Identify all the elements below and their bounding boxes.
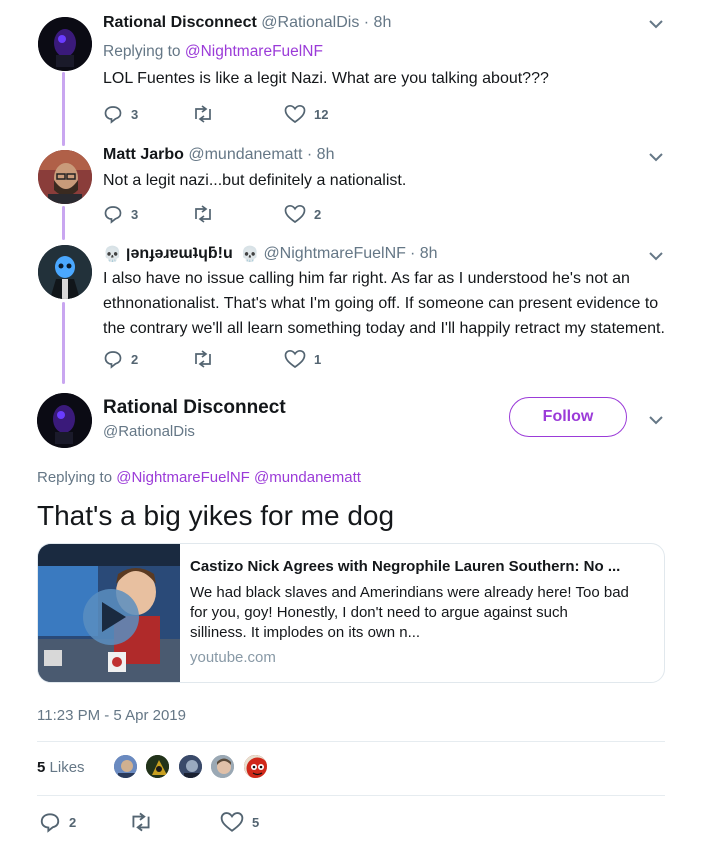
main-tweet-text: That's a big yikes for me dog	[37, 500, 395, 531]
tweet-text: LOL Fuentes is like a legit Nazi. What a…	[103, 70, 549, 87]
retweet-button[interactable]	[191, 104, 223, 124]
likes-count: 5	[37, 759, 46, 776]
reply-button[interactable]: 3	[103, 204, 138, 224]
thread-line	[62, 302, 65, 384]
reply-icon	[104, 106, 122, 124]
link-card[interactable]: Castizo Nick Agrees with Negrophile Laur…	[37, 543, 665, 683]
like-count: 5	[252, 814, 260, 830]
thread-line	[62, 72, 65, 146]
retweet-icon	[132, 812, 150, 832]
liker-avatar[interactable]	[177, 753, 204, 780]
card-title[interactable]: Castizo Nick Agrees with Negrophile Laur…	[190, 558, 656, 575]
chevron-down-icon[interactable]	[648, 414, 664, 426]
like-button[interactable]: 5	[220, 811, 259, 833]
card-description-line: We had black slaves and Amerindians were…	[190, 584, 629, 601]
author-name[interactable]: Rational Disconnect	[103, 397, 286, 419]
tweet-text: I also have no issue calling him far rig…	[103, 266, 683, 341]
tweet-time[interactable]: · 8h	[364, 14, 392, 31]
tweet-text: Not a legit nazi...but definitely a nati…	[103, 172, 407, 189]
skull-icon: 💀	[103, 246, 122, 263]
like-count: 12	[314, 106, 329, 122]
tweet-timestamp[interactable]: 11:23 PM - 5 Apr 2019	[37, 707, 186, 724]
likes-summary[interactable]: 5 Likes	[37, 759, 85, 776]
heart-icon	[284, 349, 306, 369]
divider	[37, 795, 665, 796]
like-button[interactable]: 1	[284, 349, 321, 369]
reply-button[interactable]: 2	[103, 349, 138, 369]
retweet-icon	[195, 105, 211, 123]
author-name[interactable]: ןǝnɟǝɹɐɯʇɥƃ!u	[126, 245, 233, 263]
divider	[37, 741, 665, 742]
likes-label: Likes	[49, 759, 85, 776]
liker-avatar[interactable]	[209, 753, 236, 780]
reply-count: 2	[131, 351, 139, 367]
tweet-text-line: ethnonationalist. That's what I'm going …	[103, 295, 659, 312]
tweet-time[interactable]: · 8h	[307, 146, 335, 163]
author-name[interactable]: Matt Jarbo	[103, 146, 184, 163]
like-button[interactable]: 12	[284, 104, 328, 124]
replying-to-label: Replying to	[37, 469, 113, 486]
retweet-icon	[195, 205, 211, 223]
chevron-down-icon[interactable]	[648, 250, 664, 262]
follow-button[interactable]: Follow	[509, 397, 627, 437]
avatar[interactable]	[37, 393, 92, 448]
chevron-down-icon[interactable]	[648, 151, 664, 163]
card-description-line: silliness. It implodes on its own n...	[190, 624, 421, 641]
retweet-icon	[195, 350, 211, 368]
card-domain: youtube.com	[190, 649, 276, 666]
reply-icon	[104, 351, 122, 369]
avatar[interactable]	[38, 150, 92, 204]
chevron-down-icon[interactable]	[648, 18, 664, 30]
replying-to-label: Replying to	[103, 43, 181, 60]
replying-to-link[interactable]: @NightmareFuelNF	[116, 469, 250, 486]
avatar[interactable]	[38, 245, 92, 299]
video-thumbnail[interactable]	[38, 544, 180, 682]
author-handle[interactable]: @NightmareFuelNF	[263, 245, 406, 263]
retweet-button[interactable]	[191, 349, 223, 369]
liker-avatar[interactable]	[112, 753, 139, 780]
tweet-text-line: I also have no issue calling him far rig…	[103, 270, 630, 287]
retweet-button[interactable]	[128, 811, 162, 833]
heart-icon	[284, 104, 306, 124]
liker-avatar[interactable]	[242, 753, 269, 780]
heart-icon	[284, 204, 306, 224]
reply-button[interactable]: 2	[39, 811, 76, 833]
like-count: 1	[314, 351, 322, 367]
reply-count: 2	[69, 814, 77, 830]
like-button[interactable]: 2	[284, 204, 321, 224]
tweet-time[interactable]: · 8h	[410, 245, 438, 263]
heart-icon	[220, 812, 244, 832]
retweet-button[interactable]	[191, 204, 223, 224]
card-description-line: for you, goy! Honestly, I don't need to …	[190, 604, 568, 621]
reply-count: 3	[131, 206, 139, 222]
author-handle[interactable]: @RationalDis	[103, 423, 195, 440]
skull-icon: 💀	[240, 246, 260, 263]
author-name[interactable]: Rational Disconnect	[103, 14, 257, 31]
liker-avatar[interactable]	[144, 753, 171, 780]
like-count: 2	[314, 206, 322, 222]
replying-to-link[interactable]: @mundanematt	[254, 469, 361, 486]
author-handle[interactable]: @RationalDis	[261, 14, 359, 31]
avatar[interactable]	[38, 17, 92, 71]
reply-icon	[104, 206, 122, 224]
thread-line	[62, 206, 65, 240]
reply-icon	[40, 813, 60, 833]
author-handle[interactable]: @mundanematt	[188, 146, 302, 163]
replying-to-link[interactable]: @NightmareFuelNF	[185, 43, 323, 60]
reply-button[interactable]: 3	[103, 104, 138, 124]
card-description: We had black slaves and Amerindians were…	[190, 583, 656, 643]
tweet-text-line: the contrary we'll all learn something t…	[103, 320, 665, 337]
reply-count: 3	[131, 106, 139, 122]
